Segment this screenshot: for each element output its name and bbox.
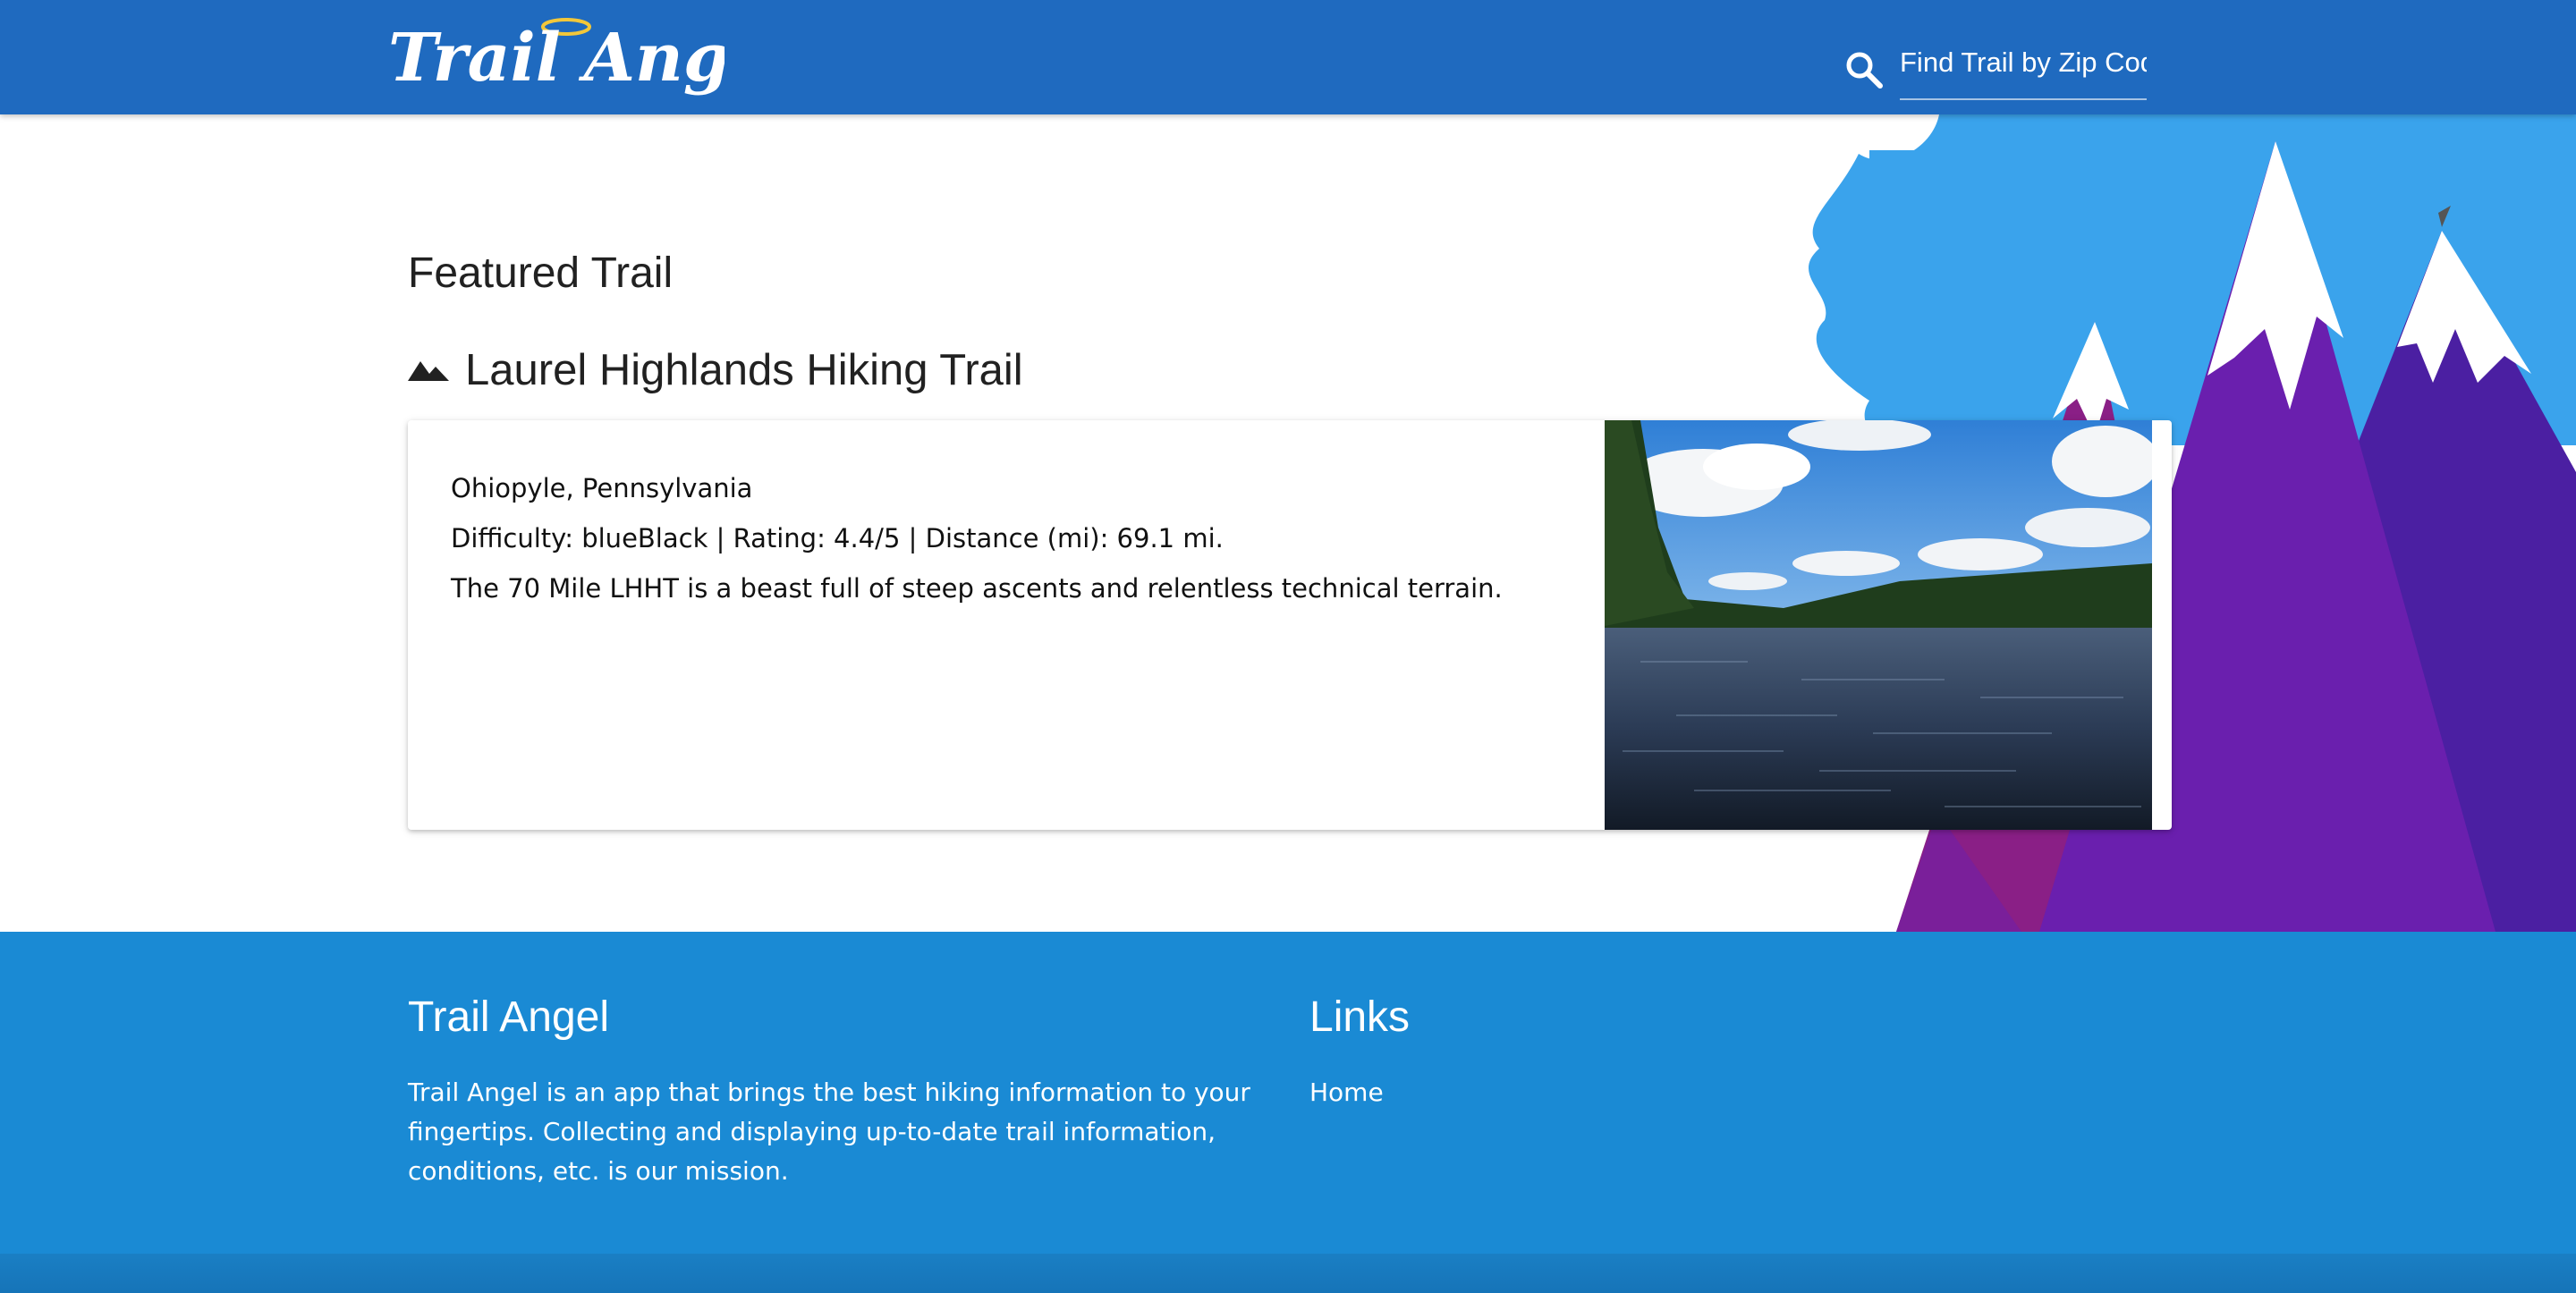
trail-description: The 70 Mile LHHT is a beast full of stee… [451,573,1503,604]
card-body: Ohiopyle, Pennsylvania Difficulty: blueB… [451,463,1578,613]
search-bar [1843,25,2147,100]
trail-heading: Laurel Highlands Hiking Trail [408,345,1023,395]
footer-links-title: Links [1309,993,1411,1041]
search-icon[interactable] [1843,48,1885,91]
trail-location: Ohiopyle, Pennsylvania [451,473,753,503]
footer: Trail Angel Trail Angel is an app that b… [0,932,2576,1293]
search-input[interactable] [1900,39,2147,100]
brand-logo-wordmark: Trail Angel [388,18,797,97]
footer-about-title: Trail Angel [408,993,609,1041]
featured-section-title: Featured Trail [408,249,674,297]
trail-name[interactable]: Laurel Highlands Hiking Trail [465,345,1023,395]
footer-link-home[interactable]: Home [1309,1073,1384,1112]
featured-trail-card[interactable]: Ohiopyle, Pennsylvania Difficulty: blueB… [408,420,2172,830]
trail-stats: Difficulty: blueBlack | Rating: 4.4/5 | … [451,523,1224,554]
footer-about-text: Trail Angel is an app that brings the be… [408,1078,1250,1186]
brand-logo[interactable]: Trail Angel [385,7,797,113]
footer-bottom-bar [0,1254,2576,1293]
svg-text:Trail Angel: Trail Angel [388,20,724,97]
trail-photo [1605,420,2152,830]
navbar: Trail Angel [0,0,2576,114]
mountain-icon [408,361,449,381]
